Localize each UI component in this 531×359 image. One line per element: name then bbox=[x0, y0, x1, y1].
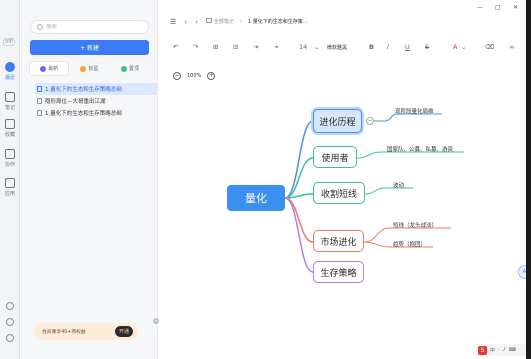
tab-label: 标星 bbox=[88, 66, 99, 72]
settings-icon[interactable] bbox=[6, 334, 14, 342]
tab-pinned[interactable]: 置顶 bbox=[111, 62, 149, 75]
branch-node[interactable]: 收割短线 bbox=[313, 182, 365, 204]
mic-icon[interactable]: ♪ bbox=[503, 347, 506, 353]
collapse-node-icon[interactable]: − bbox=[366, 117, 374, 125]
mindmap-canvas[interactable]: 量化 进化历程 − 现阶段量化局维 使用者 国家队、公募、私募、游资 收割短线 … bbox=[159, 0, 526, 359]
leaf-node[interactable]: 国家队、公募、私募、游资 bbox=[387, 145, 453, 153]
connector-line bbox=[372, 113, 442, 122]
bookmark-icon bbox=[5, 119, 15, 129]
file-list: 1.量化下的生态和生存策略总纲 隐形周位—大哥重出江湖 1.量化下的生态和生存策… bbox=[35, 83, 157, 119]
leaf-node[interactable]: 短线（龙头战法） bbox=[393, 221, 437, 229]
screen-edge bbox=[526, 0, 531, 359]
rail-item-notes[interactable]: 笔记 bbox=[1, 89, 19, 117]
search-box[interactable] bbox=[30, 20, 149, 34]
branch-node[interactable]: 使用者 bbox=[313, 146, 357, 168]
trash-icon[interactable] bbox=[6, 302, 14, 310]
leaf-node[interactable]: 现阶段量化局维 bbox=[395, 107, 434, 115]
branch-node[interactable]: 市场进化 bbox=[313, 230, 364, 252]
rail-item-label: 协作 bbox=[4, 162, 15, 168]
ai-assistant-button[interactable]: A bbox=[518, 265, 526, 279]
star-icon bbox=[80, 65, 87, 72]
search-icon bbox=[37, 24, 43, 30]
rail-item-collab[interactable]: 协作 bbox=[1, 146, 19, 174]
sidebar-tabs: 最新 标星 置顶 bbox=[30, 62, 149, 75]
latest-icon bbox=[40, 65, 47, 72]
ime-toolbar[interactable]: S 中 · ♪ ⌨ bbox=[476, 344, 526, 356]
clock-icon bbox=[5, 62, 15, 72]
doc-file-icon bbox=[37, 98, 42, 104]
team-icon bbox=[5, 149, 15, 159]
branch-node[interactable]: 进化历程 bbox=[313, 109, 362, 133]
list-item[interactable]: 1.量化下的生态和生存策略总纲 bbox=[35, 107, 157, 119]
root-node[interactable]: 量化 bbox=[227, 185, 285, 211]
nav-rail: VIP 最近 笔记 收藏 协作 应用 bbox=[0, 0, 20, 359]
ime-mode[interactable]: 中 bbox=[490, 347, 495, 354]
leaf-node[interactable]: 趋势（抱团） bbox=[393, 240, 426, 248]
new-note-button[interactable]: + 新建 bbox=[30, 40, 149, 55]
mindmap-connectors bbox=[284, 113, 464, 273]
rail-item-favorites[interactable]: 收藏 bbox=[1, 116, 19, 144]
sidebar: + 新建 最新 标星 置顶 1.量化下的生态和生存策略总纲 隐形周位—大哥 bbox=[21, 0, 159, 359]
rail-item-label: 应用 bbox=[4, 191, 15, 197]
app-window: VIP 最近 笔记 收藏 协作 应用 + 新建 bbox=[0, 0, 526, 359]
tab-label: 置顶 bbox=[128, 66, 139, 72]
grid-icon bbox=[5, 178, 15, 188]
tab-latest[interactable]: 最新 bbox=[30, 62, 69, 75]
rail-item-label: 收藏 bbox=[4, 132, 15, 138]
sync-icon[interactable] bbox=[6, 318, 14, 326]
tab-starred[interactable]: 标星 bbox=[70, 62, 108, 75]
connector-line bbox=[364, 187, 413, 195]
promo-text: 会员尊享40+项权益 bbox=[42, 330, 86, 335]
file-title: 1.量化下的生态和生存策略总纲 bbox=[45, 111, 122, 117]
list-item[interactable]: 1.量化下的生态和生存策略总纲 bbox=[35, 83, 157, 95]
mindmap-file-icon bbox=[37, 86, 42, 92]
leaf-node[interactable]: 波动 bbox=[393, 181, 404, 189]
list-item[interactable]: 隐形周位—大哥重出江湖 bbox=[35, 95, 157, 107]
branch-node[interactable]: 生存策略 bbox=[313, 261, 364, 283]
punctuation-icon[interactable]: · bbox=[498, 347, 500, 353]
rail-item-label: 最近 bbox=[4, 75, 15, 81]
connector-line bbox=[284, 197, 314, 273]
rail-item-recent[interactable]: 最近 bbox=[1, 59, 19, 87]
rail-item-apps[interactable]: 应用 bbox=[1, 175, 19, 203]
pin-icon bbox=[120, 65, 127, 72]
rail-item-label: 笔记 bbox=[4, 105, 15, 111]
tab-label: 最新 bbox=[48, 66, 59, 72]
vip-badge[interactable]: VIP bbox=[3, 38, 15, 46]
open-vip-button[interactable]: 开通 bbox=[115, 326, 133, 337]
file-title: 隐形周位—大哥重出江湖 bbox=[45, 99, 106, 105]
sogou-icon: S bbox=[478, 345, 487, 355]
note-icon bbox=[5, 92, 15, 102]
file-title: 1.量化下的生态和生存策略总纲 bbox=[45, 87, 122, 93]
keyboard-icon[interactable]: ⌨ bbox=[509, 347, 516, 353]
search-input[interactable] bbox=[46, 24, 136, 30]
connector-line bbox=[284, 157, 314, 199]
vip-promo-banner[interactable]: 会员尊享40+项权益 开通 bbox=[34, 323, 138, 340]
doc-file-icon bbox=[37, 110, 42, 116]
